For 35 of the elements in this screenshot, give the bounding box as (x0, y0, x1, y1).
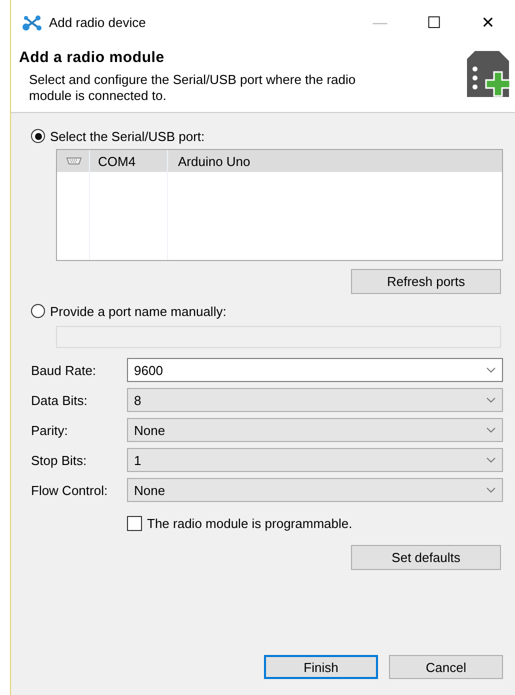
set-defaults-button[interactable]: Set defaults (351, 545, 501, 570)
field-label: Stop Bits: (31, 452, 88, 468)
chevron-down-icon (486, 457, 496, 463)
chevron-down-icon (486, 367, 496, 373)
port-row[interactable]: COM4 Arduino Uno (57, 150, 502, 172)
chevron-down-icon (486, 397, 496, 403)
radio-button[interactable] (31, 129, 45, 143)
field-label: Parity: (31, 422, 69, 438)
serial-port-icon (66, 157, 82, 165)
finish-button[interactable]: Finish (264, 655, 378, 679)
dropdown[interactable]: 8 (127, 388, 503, 412)
field-label: Baud Rate: (31, 362, 98, 378)
chevron-down-icon (486, 487, 496, 493)
table-cell-text: COM4 (97, 154, 137, 168)
dropdown[interactable]: None (127, 418, 503, 442)
dropdown[interactable]: 1 (127, 448, 503, 472)
network-nodes-icon (21, 14, 43, 30)
cancel-button[interactable]: Cancel (389, 655, 503, 679)
table-cell-text: Arduino Uno (177, 154, 250, 168)
close-button[interactable]: ✕ (461, 8, 515, 38)
page-heading: Add a radio module (19, 49, 166, 66)
page-description: Select and configure the Serial/USB port where the radio module is connected to. (29, 72, 357, 104)
field-label: Flow Control: (31, 482, 109, 498)
checkbox-label: The radio module is programmable. (147, 516, 352, 531)
field-label: Data Bits: (31, 392, 88, 408)
window-title: Add radio device (49, 15, 147, 30)
radio-label: Provide a port name manually: (50, 304, 226, 318)
refresh-button[interactable]: Refresh ports (351, 269, 501, 294)
radio-label: Select the Serial/USB port: (50, 128, 205, 144)
dropdown[interactable]: None (127, 478, 503, 502)
radio-button[interactable] (31, 304, 45, 318)
checkbox[interactable] (127, 516, 142, 531)
maximize-button[interactable]: ☐ (407, 8, 461, 38)
dropdown[interactable]: 9600 (127, 358, 503, 382)
chevron-down-icon (486, 427, 496, 433)
